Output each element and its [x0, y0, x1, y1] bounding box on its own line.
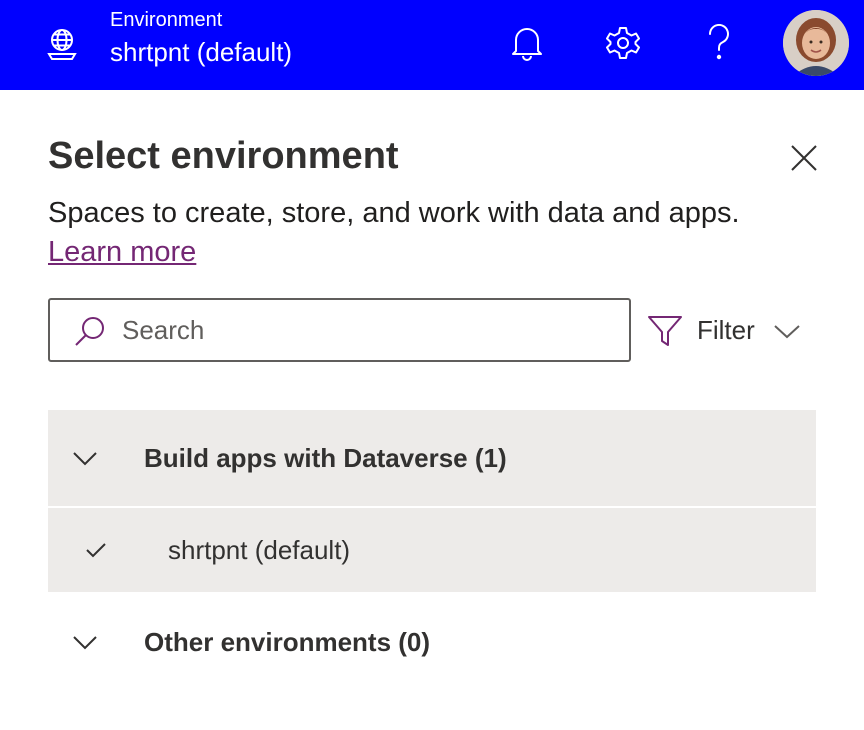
chevron-down-icon — [772, 318, 802, 344]
group-header-other[interactable]: Other environments (0) — [48, 596, 816, 690]
notifications-button[interactable] — [502, 20, 552, 70]
chevron-down-icon — [70, 444, 100, 472]
checkmark-icon — [84, 538, 108, 562]
gear-icon — [605, 25, 641, 66]
environment-item-label: shrtpnt (default) — [168, 535, 351, 565]
search-icon — [72, 314, 108, 350]
panel-description: Spaces to create, store, and work with d… — [48, 197, 740, 229]
group-label: Build apps with Dataverse (1) — [144, 443, 507, 473]
environment-label: Environment — [110, 9, 223, 31]
globe-icon[interactable] — [44, 26, 80, 62]
top-bar: Environment shrtpnt (default) — [0, 0, 864, 90]
settings-button[interactable] — [598, 20, 648, 70]
learn-more-link[interactable]: Learn more — [48, 233, 196, 271]
user-avatar[interactable] — [783, 10, 849, 76]
search-input[interactable] — [122, 308, 612, 352]
bell-icon — [510, 25, 544, 66]
chevron-down-icon — [70, 628, 100, 656]
help-button[interactable] — [694, 20, 744, 70]
environment-item[interactable]: shrtpnt (default) — [48, 508, 816, 592]
help-icon — [704, 23, 734, 67]
close-icon — [784, 145, 824, 182]
filter-label: Filter — [697, 315, 755, 345]
close-button[interactable] — [784, 138, 824, 178]
filter-button[interactable]: Filter — [646, 308, 806, 352]
group-label: Other environments (0) — [144, 627, 431, 657]
group-header-dataverse[interactable]: Build apps with Dataverse (1) — [48, 410, 816, 506]
panel-title: Select environment — [48, 135, 399, 177]
filter-icon — [646, 312, 684, 350]
current-environment-name[interactable]: shrtpnt (default) — [110, 36, 292, 68]
search-box — [48, 298, 631, 362]
